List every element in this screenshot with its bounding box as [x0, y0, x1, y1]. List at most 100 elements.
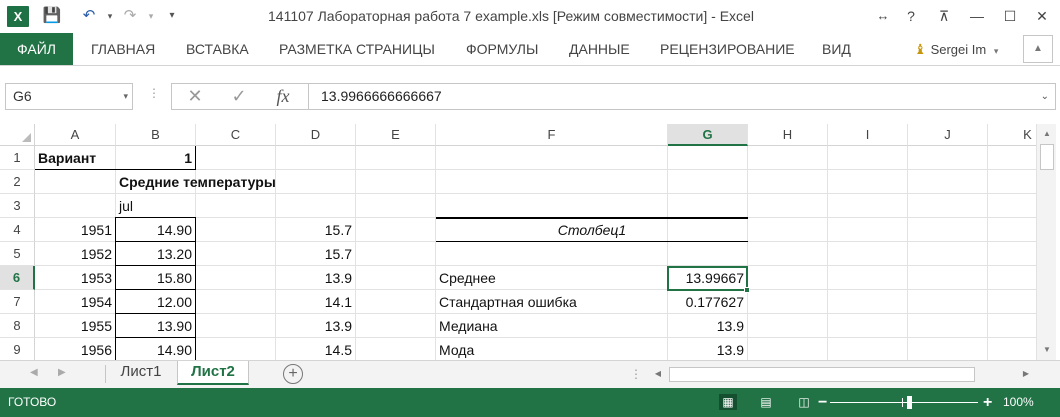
- row-header-8[interactable]: 8: [0, 314, 35, 338]
- close-button[interactable]: ✕: [1027, 4, 1057, 28]
- column-header-j[interactable]: J: [908, 124, 988, 146]
- zoom-in-button[interactable]: +: [983, 388, 992, 417]
- cell-b3[interactable]: jul: [116, 194, 195, 218]
- formula-input[interactable]: 13.9966666666667 ⌄: [308, 83, 1056, 110]
- sheet-tab-list2[interactable]: Лист2: [177, 361, 249, 385]
- row-header-9[interactable]: 9: [0, 338, 35, 360]
- cell-b4[interactable]: 14.90: [116, 218, 195, 242]
- user-account[interactable]: ♝ Sergei Im ▾: [914, 33, 998, 65]
- column-header-g[interactable]: G: [668, 124, 748, 146]
- save-icon[interactable]: 💾: [40, 5, 64, 27]
- cell-a6[interactable]: 1953: [35, 266, 115, 290]
- cell-g8[interactable]: 13.9: [668, 314, 747, 338]
- normal-view-icon[interactable]: ▦: [719, 394, 737, 410]
- minimize-button[interactable]: —: [962, 4, 992, 28]
- expand-formula-bar-icon[interactable]: ⌄: [1041, 84, 1049, 109]
- splitter-icon[interactable]: ⋮: [630, 367, 642, 381]
- column-header-k[interactable]: K: [988, 124, 1036, 146]
- scroll-down-icon[interactable]: ▼: [1037, 342, 1057, 358]
- cell-d9[interactable]: 14.5: [276, 338, 355, 360]
- column-header-b[interactable]: B: [116, 124, 196, 146]
- tab-home[interactable]: ГЛАВНАЯ: [91, 33, 155, 65]
- cell-g9[interactable]: 13.9: [668, 338, 747, 360]
- sheet-prev-icon[interactable]: ◀: [30, 367, 38, 378]
- maximize-button[interactable]: ☐: [995, 4, 1025, 28]
- zoom-out-button[interactable]: −: [818, 388, 827, 417]
- cell-d4[interactable]: 15.7: [276, 218, 355, 242]
- cell-b1[interactable]: 1: [116, 146, 195, 170]
- column-header-i[interactable]: I: [828, 124, 908, 146]
- collapse-ribbon-icon[interactable]: ▲: [1023, 35, 1053, 63]
- zoom-level[interactable]: 100%: [1003, 388, 1034, 417]
- row-header-4[interactable]: 4: [0, 218, 35, 242]
- worksheet-grid[interactable]: A B C D E F G H I J K 1 2 3 4 5 6 7 8 9 …: [0, 124, 1036, 360]
- horizontal-scrollbar[interactable]: ◀ ▶: [651, 365, 1035, 383]
- sheet-next-icon[interactable]: ▶: [58, 367, 66, 378]
- sheet-tab-list1[interactable]: Лист1: [107, 361, 175, 385]
- cell-b7[interactable]: 12.00: [116, 290, 195, 314]
- cell-b6[interactable]: 15.80: [116, 266, 195, 290]
- scroll-left-icon[interactable]: ◀: [651, 366, 665, 382]
- ribbon-display-options-icon[interactable]: ⊼: [929, 4, 959, 28]
- cell-b9[interactable]: 14.90: [116, 338, 195, 360]
- vertical-scrollbar[interactable]: ▲ ▼: [1036, 124, 1056, 360]
- cancel-icon[interactable]: ✕: [175, 84, 215, 109]
- column-header-d[interactable]: D: [276, 124, 356, 146]
- cell-a9[interactable]: 1956: [35, 338, 115, 360]
- cell-f6[interactable]: Среднее: [436, 266, 667, 290]
- zoom-slider-thumb[interactable]: [907, 396, 912, 409]
- scroll-right-icon[interactable]: ▶: [1019, 366, 1033, 382]
- column-header-c[interactable]: C: [196, 124, 276, 146]
- tab-view[interactable]: ВИД: [822, 33, 851, 65]
- cell-f8[interactable]: Медиана: [436, 314, 667, 338]
- customize-quick-access-icon[interactable]: ▾: [160, 5, 184, 27]
- cell-b2[interactable]: Средние температуры: [116, 170, 356, 194]
- cell-d7[interactable]: 14.1: [276, 290, 355, 314]
- resize-icon[interactable]: ↔: [868, 4, 898, 28]
- column-header-e[interactable]: E: [356, 124, 436, 146]
- cell-g7[interactable]: 0.177627: [668, 290, 747, 314]
- cell-a5[interactable]: 1952: [35, 242, 115, 266]
- row-header-2[interactable]: 2: [0, 170, 35, 194]
- cell-b5[interactable]: 13.20: [116, 242, 195, 266]
- cell-f4[interactable]: Столбец1: [436, 218, 748, 242]
- cell-a1[interactable]: Вариант: [35, 146, 115, 170]
- cell-f9[interactable]: Мода: [436, 338, 667, 360]
- row-header-1[interactable]: 1: [0, 146, 35, 170]
- cell-d6[interactable]: 13.9: [276, 266, 355, 290]
- tab-insert[interactable]: ВСТАВКА: [186, 33, 249, 65]
- scroll-up-icon[interactable]: ▲: [1037, 126, 1057, 142]
- splitter-icon[interactable]: ⋮: [148, 86, 160, 100]
- tab-page-layout[interactable]: РАЗМЕТКА СТРАНИЦЫ: [279, 33, 435, 65]
- vertical-scroll-thumb[interactable]: [1040, 144, 1054, 170]
- cell-b8[interactable]: 13.90: [116, 314, 195, 338]
- row-header-6[interactable]: 6: [0, 266, 35, 290]
- fill-handle[interactable]: [744, 287, 750, 293]
- column-header-a[interactable]: A: [35, 124, 116, 146]
- cell-d8[interactable]: 13.9: [276, 314, 355, 338]
- select-all-button[interactable]: [0, 124, 35, 146]
- cell-a8[interactable]: 1955: [35, 314, 115, 338]
- column-header-h[interactable]: H: [748, 124, 828, 146]
- insert-function-icon[interactable]: fx: [263, 84, 303, 109]
- tab-data[interactable]: ДАННЫЕ: [569, 33, 630, 65]
- cell-a4[interactable]: 1951: [35, 218, 115, 242]
- row-header-7[interactable]: 7: [0, 290, 35, 314]
- add-sheet-button[interactable]: +: [283, 364, 303, 384]
- chevron-down-icon[interactable]: ▾: [123, 84, 128, 109]
- help-button[interactable]: ?: [896, 4, 926, 28]
- name-box[interactable]: G6 ▾: [5, 83, 133, 110]
- cell-f7[interactable]: Стандартная ошибка: [436, 290, 667, 314]
- row-header-5[interactable]: 5: [0, 242, 35, 266]
- tab-formulas[interactable]: ФОРМУЛЫ: [466, 33, 538, 65]
- cell-d5[interactable]: 15.7: [276, 242, 355, 266]
- cell-a7[interactable]: 1954: [35, 290, 115, 314]
- page-break-view-icon[interactable]: ◫: [795, 394, 813, 410]
- zoom-slider[interactable]: [830, 402, 978, 403]
- tab-review[interactable]: РЕЦЕНЗИРОВАНИЕ: [660, 33, 795, 65]
- column-header-f[interactable]: F: [436, 124, 668, 146]
- horizontal-scroll-thumb[interactable]: [669, 367, 975, 382]
- tab-file[interactable]: ФАЙЛ: [0, 33, 73, 65]
- page-layout-view-icon[interactable]: ▤: [757, 394, 775, 410]
- enter-icon[interactable]: ✓: [219, 84, 259, 109]
